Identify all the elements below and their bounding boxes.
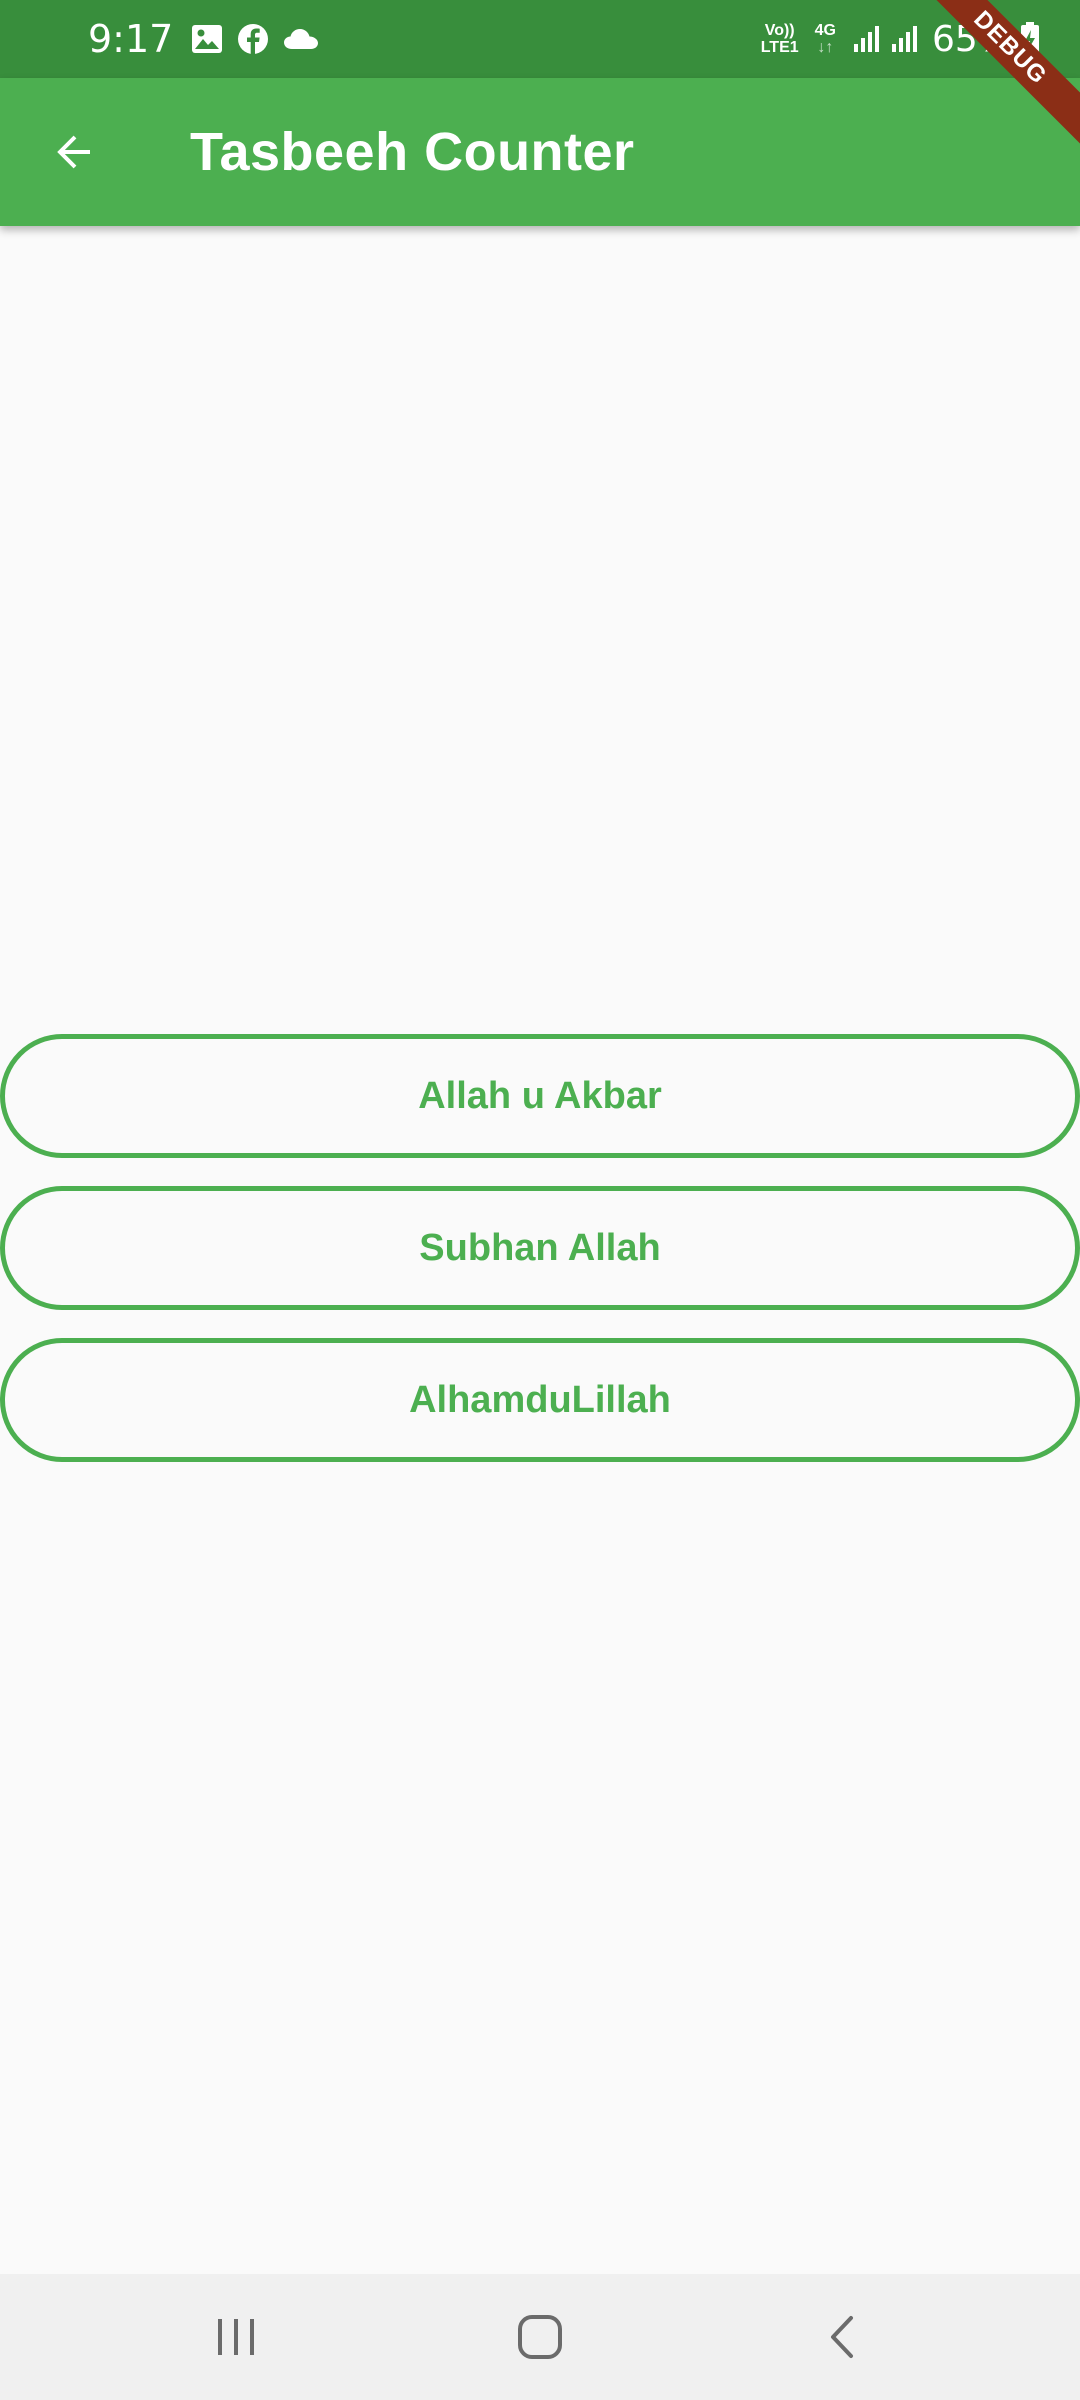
- volte-label-top: Vo)): [764, 22, 795, 39]
- signal-strength-icon-2: [890, 24, 920, 54]
- nav-recents-button[interactable]: [176, 2274, 296, 2400]
- recents-icon: [218, 2319, 254, 2355]
- back-button[interactable]: [40, 118, 108, 186]
- network-type-indicator: 4G ↓↑: [815, 22, 836, 56]
- cloud-icon: [283, 27, 319, 51]
- alhamdulillah-button[interactable]: AlhamduLillah: [0, 1338, 1080, 1462]
- facebook-icon: [237, 23, 269, 55]
- volte-label-bottom: LTE1: [760, 39, 799, 56]
- nav-home-button[interactable]: [480, 2274, 600, 2400]
- nav-back-button[interactable]: [782, 2274, 902, 2400]
- home-icon: [518, 2315, 562, 2359]
- network-type-label: 4G: [814, 22, 836, 39]
- signal-strength-icon: [852, 24, 882, 54]
- app-screen: 9:17 Vo)) LTE1 4G ↓↑ 65% DEBUG Tasbeeh C…: [0, 0, 1080, 2400]
- allah-u-akbar-button[interactable]: Allah u Akbar: [0, 1034, 1080, 1158]
- volte-indicator: Vo)) LTE1: [761, 22, 799, 56]
- arrow-left-icon: [57, 135, 90, 169]
- back-icon: [831, 2316, 853, 2358]
- tasbeeh-button-list: Allah u Akbar Subhan Allah AlhamduLillah: [0, 1034, 1080, 1490]
- status-time: 9:17: [88, 17, 174, 61]
- page-title: Tasbeeh Counter: [190, 122, 635, 182]
- status-bar: 9:17 Vo)) LTE1 4G ↓↑ 65%: [0, 0, 1080, 78]
- app-bar: Tasbeeh Counter: [0, 78, 1080, 226]
- image-icon: [191, 24, 223, 54]
- data-arrows-icon: ↓↑: [817, 39, 834, 56]
- system-nav-bar: [0, 2274, 1080, 2400]
- subhan-allah-button[interactable]: Subhan Allah: [0, 1186, 1080, 1310]
